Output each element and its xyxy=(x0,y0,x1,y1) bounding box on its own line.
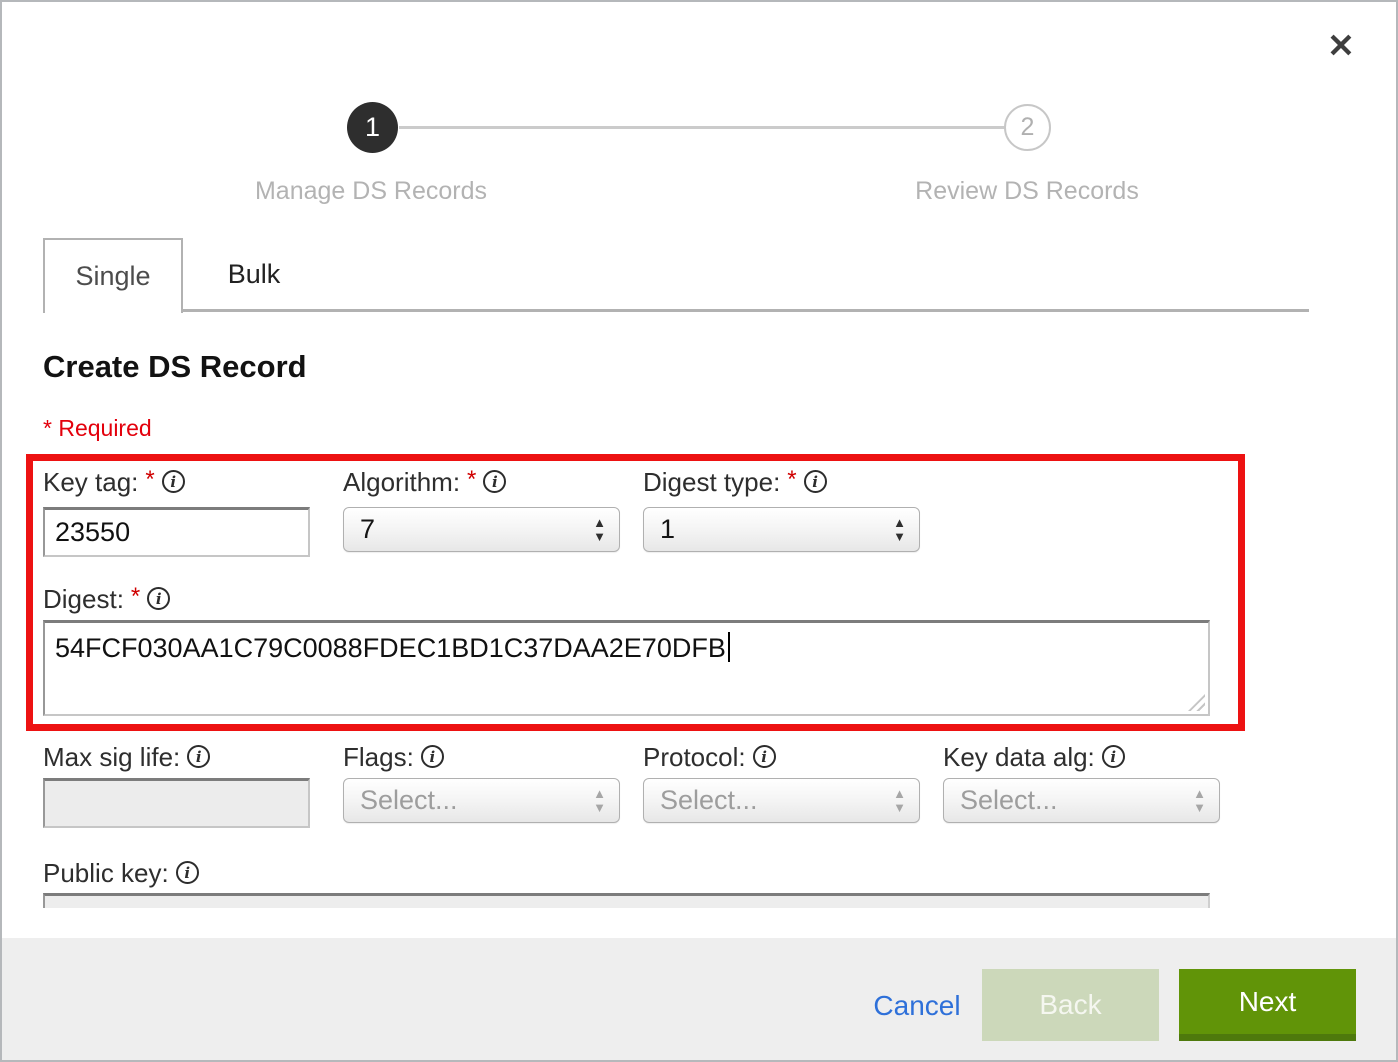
flags-label-row: Flags: i xyxy=(343,742,444,772)
algorithm-select-value: 7 xyxy=(360,514,593,545)
key-tag-label: Key tag: xyxy=(43,467,138,497)
info-icon-glyph: i xyxy=(156,590,162,608)
step-2-label: Review DS Records xyxy=(847,177,1207,206)
info-icon[interactable]: i xyxy=(147,587,170,610)
select-arrows-icon: ▲ ▼ xyxy=(593,789,606,813)
public-key-label-row: Public key: i xyxy=(43,858,199,888)
required-marker: * xyxy=(467,468,476,492)
algorithm-select[interactable]: 7 ▲ ▼ xyxy=(343,507,620,552)
flags-select[interactable]: Select... ▲ ▼ xyxy=(343,778,620,823)
protocol-label-row: Protocol: i xyxy=(643,742,776,772)
step-1-circle: 1 xyxy=(347,102,398,153)
chevron-down-icon: ▼ xyxy=(893,532,906,542)
key-data-alg-label-row: Key data alg: i xyxy=(943,742,1125,772)
back-button[interactable]: Back xyxy=(982,969,1159,1041)
chevron-up-icon: ▲ xyxy=(593,518,606,528)
page-title: Create DS Record xyxy=(43,349,307,385)
protocol-select-value: Select... xyxy=(660,785,893,816)
info-icon-glyph: i xyxy=(196,748,202,766)
info-icon[interactable]: i xyxy=(804,470,827,493)
text-cursor xyxy=(728,632,730,662)
cancel-button[interactable]: Cancel xyxy=(860,983,974,1029)
flags-label: Flags: xyxy=(343,742,414,772)
digest-type-label: Digest type: xyxy=(643,467,780,497)
required-marker: * xyxy=(145,468,154,492)
tab-single[interactable]: Single xyxy=(43,238,183,313)
key-data-alg-select-value: Select... xyxy=(960,785,1193,816)
protocol-select[interactable]: Select... ▲ ▼ xyxy=(643,778,920,823)
info-icon-glyph: i xyxy=(812,473,818,491)
select-arrows-icon: ▲ ▼ xyxy=(593,518,606,542)
chevron-down-icon: ▼ xyxy=(593,532,606,542)
digest-type-select-value: 1 xyxy=(660,514,893,545)
digest-label: Digest: xyxy=(43,584,124,614)
key-data-alg-label: Key data alg: xyxy=(943,742,1095,772)
max-sig-life-input[interactable] xyxy=(43,778,310,828)
resize-handle[interactable] xyxy=(1188,694,1205,711)
required-note: * Required xyxy=(43,415,152,442)
max-sig-life-label: Max sig life: xyxy=(43,742,180,772)
chevron-down-icon: ▼ xyxy=(593,803,606,813)
info-icon-glyph: i xyxy=(492,473,498,491)
info-icon[interactable]: i xyxy=(176,861,199,884)
step-1-label: Manage DS Records xyxy=(191,177,551,206)
create-ds-record-modal: ✕ 1 2 Manage DS Records Review DS Record… xyxy=(0,0,1398,1062)
info-icon[interactable]: i xyxy=(1102,745,1125,768)
info-icon[interactable]: i xyxy=(187,745,210,768)
chevron-up-icon: ▲ xyxy=(893,789,906,799)
info-icon-glyph: i xyxy=(184,864,190,882)
digest-textarea[interactable]: 54FCF030AA1C79C0088FDEC1BD1C37DAA2E70DFB xyxy=(43,620,1210,716)
close-icon[interactable]: ✕ xyxy=(1320,24,1362,66)
digest-value: 54FCF030AA1C79C0088FDEC1BD1C37DAA2E70DFB xyxy=(55,633,726,663)
chevron-down-icon: ▼ xyxy=(893,803,906,813)
digest-type-select[interactable]: 1 ▲ ▼ xyxy=(643,507,920,552)
digest-label-row: Digest: * i xyxy=(43,584,170,614)
info-icon[interactable]: i xyxy=(483,470,506,493)
flags-select-value: Select... xyxy=(360,785,593,816)
chevron-up-icon: ▲ xyxy=(593,789,606,799)
chevron-down-icon: ▼ xyxy=(1193,803,1206,813)
info-icon[interactable]: i xyxy=(162,470,185,493)
step-2-circle: 2 xyxy=(1004,104,1051,151)
key-tag-label-row: Key tag: * i xyxy=(43,467,185,497)
digest-type-label-row: Digest type: * i xyxy=(643,467,827,497)
public-key-label: Public key: xyxy=(43,858,169,888)
algorithm-label-row: Algorithm: * i xyxy=(343,467,506,497)
chevron-up-icon: ▲ xyxy=(893,518,906,528)
tab-bulk[interactable]: Bulk xyxy=(183,238,325,310)
info-icon[interactable]: i xyxy=(753,745,776,768)
select-arrows-icon: ▲ ▼ xyxy=(1193,789,1206,813)
max-sig-life-label-row: Max sig life: i xyxy=(43,742,210,772)
info-icon-glyph: i xyxy=(170,473,176,491)
select-arrows-icon: ▲ ▼ xyxy=(893,518,906,542)
stepper-connector-line xyxy=(399,126,1005,129)
required-marker: * xyxy=(131,585,140,609)
required-marker: * xyxy=(787,468,796,492)
protocol-label: Protocol: xyxy=(643,742,746,772)
info-icon[interactable]: i xyxy=(421,745,444,768)
algorithm-label: Algorithm: xyxy=(343,467,460,497)
key-tag-input[interactable]: 23550 xyxy=(43,507,310,557)
public-key-textarea[interactable] xyxy=(43,893,1210,908)
info-icon-glyph: i xyxy=(429,748,435,766)
select-arrows-icon: ▲ ▼ xyxy=(893,789,906,813)
chevron-up-icon: ▲ xyxy=(1193,789,1206,799)
info-icon-glyph: i xyxy=(1110,748,1116,766)
info-icon-glyph: i xyxy=(761,748,767,766)
next-button[interactable]: Next xyxy=(1179,969,1356,1041)
key-data-alg-select[interactable]: Select... ▲ ▼ xyxy=(943,778,1220,823)
